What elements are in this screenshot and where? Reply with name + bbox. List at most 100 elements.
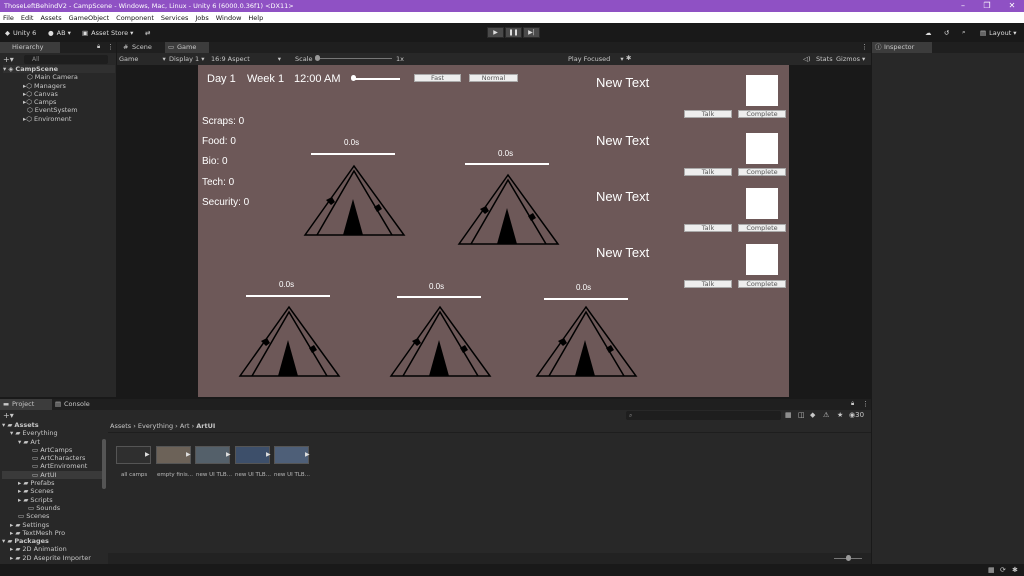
breadcrumb-artui[interactable]: ArtUI <box>196 422 215 430</box>
gizmos-dropdown[interactable]: Gizmos ▾ <box>836 55 865 63</box>
tree-prefabs[interactable]: ▸ ▰ Prefabs <box>2 479 102 487</box>
time-slider-handle[interactable] <box>351 75 356 81</box>
tab-console[interactable]: ▤ Console <box>52 399 104 410</box>
project-search-input[interactable]: ⌕ <box>626 411 781 420</box>
game-mode-dropdown[interactable]: Game ▾ <box>119 55 166 63</box>
thumbnail-size-handle[interactable] <box>846 555 851 561</box>
panel-2-talk-button[interactable]: Talk <box>684 168 732 176</box>
tent-camp-5[interactable] <box>534 304 640 380</box>
tree-packages[interactable]: ▾ ▰ Packages <box>2 537 102 545</box>
panel-3-talk-button[interactable]: Talk <box>684 224 732 232</box>
more-icon[interactable]: ⋮ <box>861 43 868 51</box>
menu-gameobject[interactable]: GameObject <box>69 14 110 22</box>
audio-icon[interactable]: ◁) <box>803 55 811 63</box>
tree-sounds[interactable]: ▭ Sounds <box>2 504 102 512</box>
tree-textmesh-pro[interactable]: ▸ ▰ TextMesh Pro <box>2 529 102 537</box>
tree-everything[interactable]: ▾ ▰ Everything <box>2 429 102 437</box>
tree-2d-aseprite-importer[interactable]: ▸ ▰ 2D Aseprite Importer <box>2 554 102 562</box>
background-tasks-icon[interactable]: ⟳ <box>1000 566 1006 574</box>
add-asset-icon[interactable]: +▾ <box>3 411 14 420</box>
stats-button[interactable]: Stats <box>816 55 833 63</box>
play-icon[interactable]: ▶ <box>145 451 150 458</box>
pause-button[interactable]: ❚❚ <box>505 27 522 38</box>
breadcrumb-assets[interactable]: Assets <box>110 422 131 430</box>
play-icon[interactable]: ▶ <box>186 451 191 458</box>
menu-assets[interactable]: Assets <box>40 14 61 22</box>
asset-thumb-new-ui-3[interactable] <box>274 446 309 464</box>
menu-file[interactable]: File <box>3 14 14 22</box>
hierarchy-item-main-camera[interactable]: ⬡ Main Camera <box>3 73 115 81</box>
menu-edit[interactable]: Edit <box>21 14 34 22</box>
play-icon[interactable]: ▶ <box>305 451 310 458</box>
tree-assets[interactable]: ▾ ▰ Assets <box>2 421 102 429</box>
history-icon[interactable]: ↺ <box>944 27 949 38</box>
tent-camp-3[interactable] <box>237 304 343 380</box>
hierarchy-item-managers[interactable]: ▸⬡ Managers <box>3 82 115 90</box>
warning-icon[interactable]: ⚠ <box>823 411 829 419</box>
hierarchy-item-camps[interactable]: ▸⬡ Camps <box>3 98 115 106</box>
menu-jobs[interactable]: Jobs <box>195 14 208 22</box>
tree-artenviroment[interactable]: ▭ ArtEnviroment <box>2 462 102 470</box>
asset-store-button[interactable]: ▣ Asset Store ▾ <box>82 27 133 38</box>
normal-button[interactable]: Normal <box>469 74 518 82</box>
scale-slider[interactable] <box>316 58 392 59</box>
hierarchy-item-eventsystem[interactable]: ⬡ EventSystem <box>3 106 115 114</box>
project-tree-scrollbar[interactable] <box>102 439 106 489</box>
network-icon[interactable]: ▦ <box>988 566 995 574</box>
panel-2-complete-button[interactable]: Complete <box>738 168 786 176</box>
cloud-icon[interactable]: ☁ <box>925 27 932 38</box>
time-slider[interactable] <box>352 78 400 80</box>
more-icon[interactable]: ⋮ <box>862 400 869 408</box>
maximize-icon[interactable]: ❐ <box>975 0 999 12</box>
lock-icon[interactable]: 🔒︎ <box>851 400 854 408</box>
breadcrumb-art[interactable]: Art <box>180 422 190 430</box>
play-button[interactable]: ▶ <box>487 27 504 38</box>
tent-camp-4[interactable] <box>388 304 494 380</box>
play-icon[interactable]: ▶ <box>266 451 271 458</box>
breadcrumb-everything[interactable]: Everything <box>138 422 173 430</box>
minimize-icon[interactable]: – <box>951 0 975 12</box>
type-filter-icon[interactable]: ◫ <box>798 411 805 419</box>
menu-help[interactable]: Help <box>248 14 263 22</box>
search-icon[interactable]: ⌕ <box>962 27 966 38</box>
panel-1-talk-button[interactable]: Talk <box>684 110 732 118</box>
bug-icon[interactable]: ✱ <box>626 54 631 62</box>
tab-scene[interactable]: # Scene <box>120 42 164 53</box>
unity-account-button[interactable]: ◆ Unity 6 <box>5 27 36 38</box>
play-icon[interactable]: ▶ <box>226 451 231 458</box>
aspect-dropdown[interactable]: 16:9 Aspect ▾ <box>211 55 281 63</box>
tree-scenes-2[interactable]: ▭ Scenes <box>2 512 102 520</box>
tree-artcharacters[interactable]: ▭ ArtCharacters <box>2 454 102 462</box>
tree-artui[interactable]: ▭ ArtUI <box>2 470 102 480</box>
hierarchy-item-enviroment[interactable]: ▸⬡ Enviroment <box>3 115 115 123</box>
lock-icon[interactable]: 🔒︎ <box>97 43 100 51</box>
tab-game[interactable]: ▭ Game <box>165 42 209 53</box>
tree-2d-animation[interactable]: ▸ ▰ 2D Animation <box>2 545 102 553</box>
label-icon[interactable]: ◆ <box>810 411 815 419</box>
add-icon[interactable]: +▾ <box>3 55 14 64</box>
tab-hierarchy[interactable]: Hierarchy <box>0 42 60 53</box>
tree-scenes[interactable]: ▸ ▰ Scenes <box>2 487 102 495</box>
display-dropdown[interactable]: Display 1 ▾ <box>169 55 205 63</box>
close-icon[interactable]: ✕ <box>1000 0 1024 12</box>
account-button[interactable]: ● AB ▾ <box>48 27 71 38</box>
panel-3-complete-button[interactable]: Complete <box>738 224 786 232</box>
tree-art[interactable]: ▾ ▰ Art <box>2 438 102 446</box>
panel-4-complete-button[interactable]: Complete <box>738 280 786 288</box>
tree-scripts[interactable]: ▸ ▰ Scripts <box>2 496 102 504</box>
tab-project[interactable]: ▬ Project <box>0 399 52 410</box>
hierarchy-search-input[interactable]: All <box>24 55 108 64</box>
step-button[interactable]: ▶| <box>523 27 540 38</box>
hierarchy-item-canvas[interactable]: ▸⬡ Canvas <box>3 90 115 98</box>
tab-inspector[interactable]: ⓘ Inspector <box>872 42 932 53</box>
panel-1-complete-button[interactable]: Complete <box>738 110 786 118</box>
more-icon[interactable]: ⋮ <box>107 43 114 51</box>
tree-settings[interactable]: ▸ ▰ Settings <box>2 521 102 529</box>
filter-icon[interactable]: ▦ <box>785 411 792 419</box>
scale-slider-handle[interactable] <box>315 55 320 61</box>
asset-thumb-new-ui-2[interactable] <box>235 446 270 464</box>
scene-root[interactable]: ▾ ◈ CampScene <box>3 65 115 74</box>
star-icon[interactable]: ★ <box>837 411 843 419</box>
panel-4-talk-button[interactable]: Talk <box>684 280 732 288</box>
layout-dropdown[interactable]: ▤ Layout ▾ <box>980 27 1017 38</box>
